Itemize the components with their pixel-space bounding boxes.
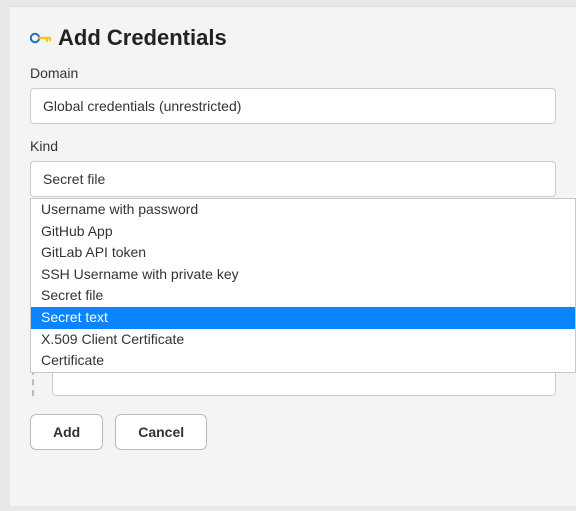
kind-option-secret-text[interactable]: Secret text [31,307,575,329]
kind-option-github-app[interactable]: GitHub App [31,221,575,243]
key-icon [30,31,52,45]
kind-option-gitlab-api-token[interactable]: GitLab API token [31,242,575,264]
kind-label: Kind [30,138,556,154]
kind-option-certificate[interactable]: Certificate [31,350,575,372]
button-row: Add Cancel [30,414,556,450]
kind-option-username-password[interactable]: Username with password [31,199,575,221]
domain-label: Domain [30,65,556,81]
domain-field-group: Domain [30,65,556,124]
add-credentials-panel: Add Credentials Domain Kind Secret file … [10,6,576,506]
cancel-button[interactable]: Cancel [115,414,207,450]
kind-select[interactable]: Secret file [30,161,556,197]
kind-option-ssh-username-private-key[interactable]: SSH Username with private key [31,264,575,286]
kind-option-x509-client-certificate[interactable]: X.509 Client Certificate [31,329,575,351]
kind-field-group: Kind Secret file Username with password … [30,138,556,197]
domain-input[interactable] [30,88,556,124]
kind-dropdown: Username with password GitHub App GitLab… [30,198,576,373]
page-header: Add Credentials [30,25,556,51]
add-button[interactable]: Add [30,414,103,450]
kind-option-secret-file[interactable]: Secret file [31,285,575,307]
page-title: Add Credentials [58,25,227,51]
